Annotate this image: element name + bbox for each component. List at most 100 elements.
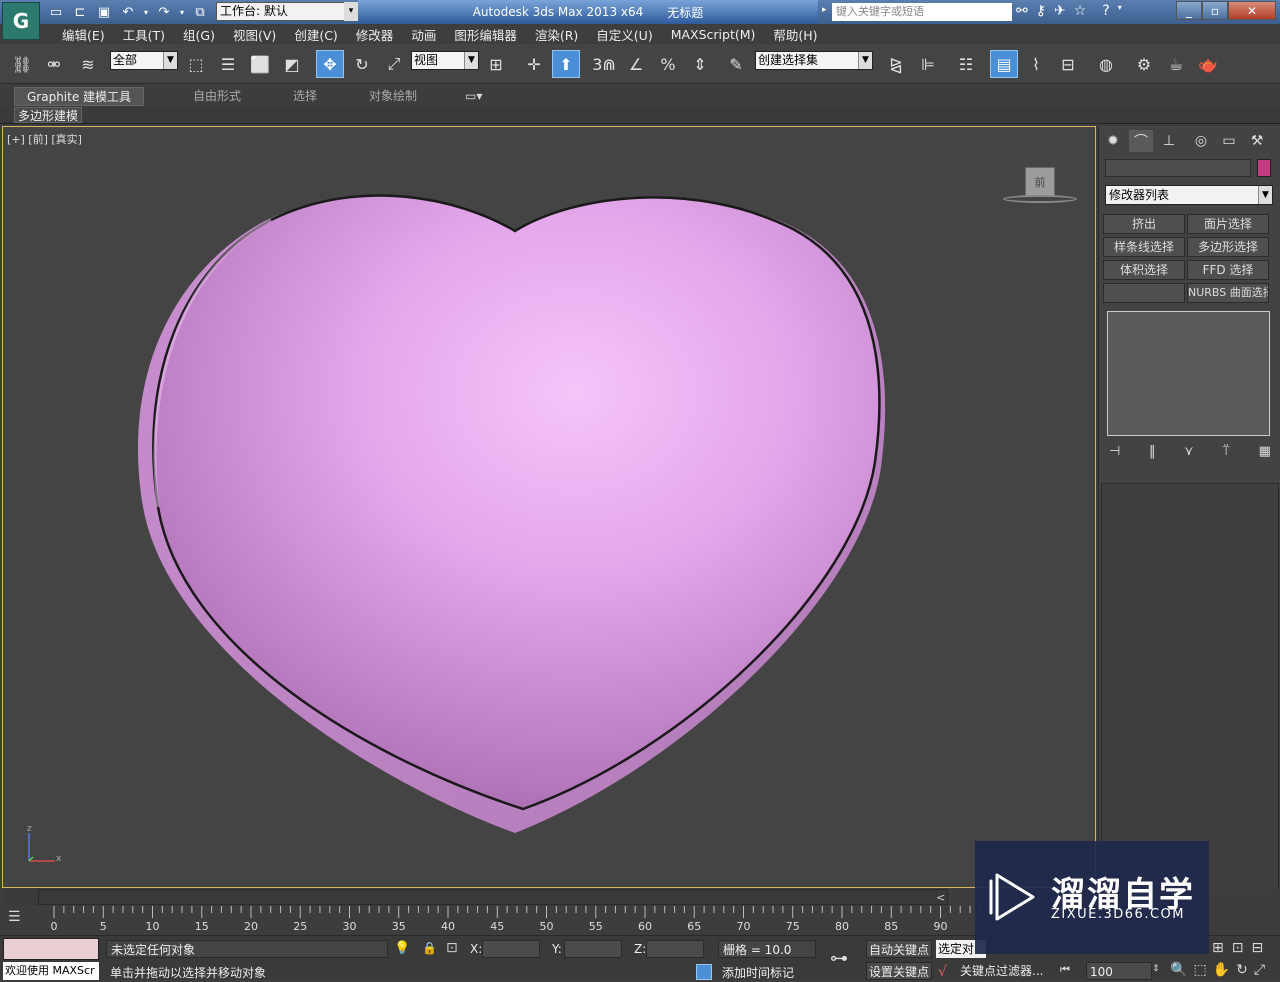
display-tab-icon[interactable]: ▭ (1217, 130, 1241, 152)
selection-lock-icon[interactable]: 🔒 (422, 941, 437, 955)
ribbon-tab-object-paint[interactable]: 对象绘制 (369, 87, 417, 106)
render-production-icon[interactable]: 🫖 (1194, 50, 1222, 78)
poly-select-button[interactable]: 多边形选择 (1187, 237, 1269, 257)
maximize-viewport-icon[interactable]: ⤢ (1254, 962, 1265, 978)
keyboard-shortcut-override-icon[interactable]: ⬆ (552, 50, 580, 78)
edit-named-selection-icon[interactable]: ✎ (722, 50, 750, 78)
menu-group[interactable]: 组(G) (175, 25, 223, 44)
app-logo-icon[interactable]: G (2, 2, 40, 40)
key-icon[interactable]: ⊶ (830, 948, 848, 969)
frame-value-field[interactable]: 100 (1086, 962, 1152, 980)
maxscript-listener-text[interactable]: 欢迎使用 MAXScr (3, 962, 99, 980)
menu-graph-editors[interactable]: 图形编辑器 (446, 25, 525, 44)
redo-icon[interactable]: ↷ (154, 3, 174, 21)
align-icon[interactable]: ⊫ (914, 50, 942, 78)
maxscript-mini-listener[interactable] (3, 938, 99, 960)
mirror-icon[interactable]: ⧎ (882, 50, 910, 78)
front-viewport[interactable]: [+] [前] [真实] 前 z x (2, 126, 1096, 888)
hierarchy-tab-icon[interactable]: ⊥ (1157, 130, 1181, 152)
render-setup-icon[interactable]: ⚙ (1130, 50, 1158, 78)
modify-tab-icon[interactable]: ⌒ (1129, 130, 1153, 152)
absolute-mode-icon[interactable]: ⊡ (446, 940, 458, 956)
zoom-icon[interactable]: 🔍 (1170, 962, 1187, 978)
window-crossing-icon[interactable]: ◩ (278, 50, 306, 78)
menu-animation[interactable]: 动画 (403, 25, 444, 44)
link-icon[interactable]: ⛓ (8, 50, 36, 78)
key-filter-icon[interactable]: √ (938, 964, 947, 980)
pin-stack-icon[interactable]: ⊣ (1109, 444, 1120, 462)
spinner-snap-icon[interactable]: ⇕ (686, 50, 714, 78)
favorites-star-icon[interactable]: ☆ (1074, 3, 1087, 19)
menu-edit[interactable]: 编辑(E) (54, 25, 113, 44)
ffd-select-button[interactable]: FFD 选择 (1187, 260, 1269, 280)
communication-icon[interactable]: ✈ (1054, 3, 1066, 19)
modifier-list-dropdown[interactable]: 修改器列表 ▼ (1105, 185, 1273, 205)
select-and-manipulate-icon[interactable]: ✛ (520, 50, 548, 78)
auto-key-button[interactable]: 自动关键点 (866, 940, 932, 958)
selection-filter-dropdown[interactable]: 全部 ▼ (110, 51, 178, 70)
x-coordinate-field[interactable] (482, 940, 540, 958)
menu-help[interactable]: 帮助(H) (765, 25, 825, 44)
snaps-toggle-icon[interactable]: 3 ⋒ (590, 50, 618, 78)
new-file-icon[interactable]: ▭ (46, 3, 66, 21)
minimize-button[interactable]: _ (1176, 1, 1202, 20)
angle-snap-icon[interactable]: ∠ (622, 50, 650, 78)
empty-modifier-button[interactable] (1103, 283, 1185, 303)
subscription-icon[interactable]: ⚷ (1036, 3, 1046, 19)
open-file-icon[interactable]: ⊏ (70, 3, 90, 21)
percent-snap-icon[interactable]: % (654, 50, 682, 78)
ribbon-tab-freeform[interactable]: 自由形式 (193, 87, 241, 106)
maximize-button[interactable]: ▫ (1202, 1, 1228, 20)
undo-dropdown-icon[interactable]: ▾ (142, 3, 150, 21)
help-dropdown-icon[interactable]: ▾ (1118, 3, 1122, 19)
goto-start-icon[interactable]: ⏮ (1060, 963, 1070, 977)
extrude-button[interactable]: 挤出 (1103, 214, 1185, 234)
select-by-name-icon[interactable]: ☰ (214, 50, 242, 78)
utilities-tab-icon[interactable]: ⚒ (1245, 130, 1269, 152)
close-button[interactable]: ✕ (1228, 1, 1276, 20)
schematic-view-icon[interactable]: ⊟ (1054, 50, 1082, 78)
viewcube[interactable]: 前 (1003, 167, 1077, 205)
patch-select-button[interactable]: 面片选择 (1187, 214, 1269, 234)
project-folder-icon[interactable]: ⧉ (190, 3, 210, 21)
object-color-swatch[interactable] (1257, 159, 1271, 177)
time-slider-prev-icon[interactable]: < (936, 891, 945, 904)
object-name-field[interactable] (1105, 159, 1251, 177)
mini-curve-editor-icon[interactable]: ☰ (8, 909, 34, 931)
add-time-tag-button[interactable]: 添加时间标记 (722, 964, 794, 982)
curve-editor-icon[interactable]: ⌇ (1022, 50, 1050, 78)
key-filters-button[interactable]: 关键点过滤器... (960, 962, 1050, 980)
make-unique-icon[interactable]: ⋎ (1184, 444, 1194, 462)
viewcube-ring[interactable] (1003, 195, 1077, 203)
ribbon-options-icon[interactable]: ▭▾ (465, 87, 482, 106)
nurbs-surface-select-button[interactable]: NURBS 曲面选择 (1187, 283, 1269, 303)
viewcube-face[interactable]: 前 (1025, 167, 1055, 197)
remove-modifier-icon[interactable]: ⍡ (1222, 444, 1230, 462)
select-and-rotate-icon[interactable]: ↻ (348, 50, 376, 78)
modifier-stack[interactable] (1107, 311, 1270, 436)
search-arrow-icon[interactable]: ▸ (822, 5, 827, 15)
named-selection-dropdown[interactable]: 创建选择集 ▼ (755, 51, 873, 70)
binoculars-icon[interactable]: ⚯ (1016, 3, 1028, 19)
menu-rendering[interactable]: 渲染(R) (527, 25, 586, 44)
pivot-center-icon[interactable]: ⊞ (482, 50, 510, 78)
polygon-modeling-tab[interactable]: 多边形建模 (14, 107, 83, 123)
zoom-extents-icon[interactable]: ⊡ (1232, 940, 1244, 956)
zoom-all-icon[interactable]: ⊞ (1212, 940, 1224, 956)
set-key-button[interactable]: 设置关键点 (866, 962, 932, 980)
menu-maxscript[interactable]: MAXScript(M) (663, 27, 764, 42)
reference-coordinate-dropdown[interactable]: 视图 ▼ (411, 51, 479, 70)
redo-dropdown-icon[interactable]: ▾ (178, 3, 186, 21)
menu-customize[interactable]: 自定义(U) (588, 25, 660, 44)
rendered-frame-window-icon[interactable]: ☕ (1162, 50, 1190, 78)
search-input[interactable]: 键入关键字或短语 (832, 3, 1012, 21)
help-icon[interactable]: ? (1102, 3, 1109, 19)
ribbon-tab-graphite[interactable]: Graphite 建模工具 (14, 87, 145, 106)
zoom-extents-all-icon[interactable]: ⊟ (1251, 940, 1263, 956)
layer-manager-icon[interactable]: ☷ (952, 50, 980, 78)
spline-select-button[interactable]: 样条线选择 (1103, 237, 1185, 257)
time-tag-icon[interactable] (696, 964, 712, 980)
material-editor-icon[interactable]: ◍ (1092, 50, 1120, 78)
workspace-dropdown-arrow-icon[interactable]: ▾ (344, 2, 358, 21)
isolate-selection-icon[interactable]: 💡 (394, 941, 410, 956)
